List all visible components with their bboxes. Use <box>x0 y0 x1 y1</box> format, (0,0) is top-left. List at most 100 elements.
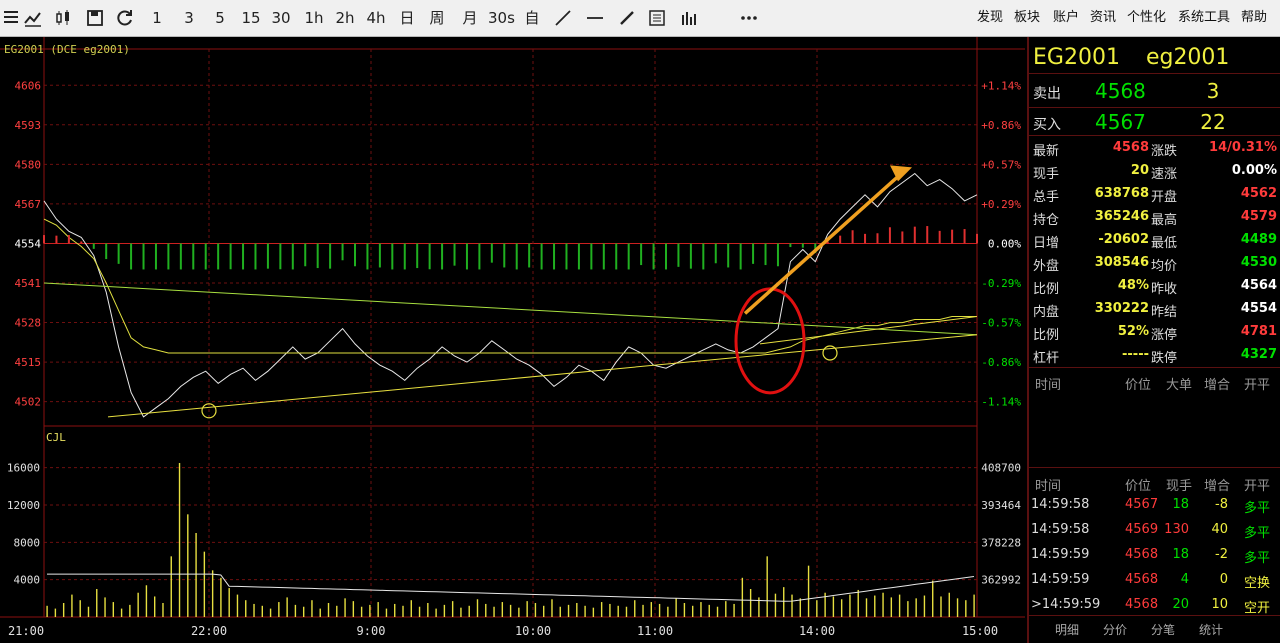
volume-bar <box>766 556 768 617</box>
volume-bar <box>890 597 893 617</box>
volume-bar <box>708 604 710 617</box>
panel-symbol: EG2001 <box>1033 45 1120 70</box>
quote-label: 速涨 <box>1151 167 1178 182</box>
volume-bar <box>294 604 297 617</box>
period-4h[interactable]: 4h <box>365 7 387 29</box>
change-bar <box>117 243 120 264</box>
quote-value: 4562 <box>1240 186 1277 201</box>
y-tick-label: 4528 <box>15 317 42 330</box>
tab-details[interactable]: 明细 <box>1055 621 1079 638</box>
period-2h[interactable]: 2h <box>334 7 356 29</box>
volume-bar <box>642 604 644 617</box>
chart-area[interactable]: 4606 +1.14% 4593 +0.86% 4580 +0.57% 4567 +0.29%… <box>0 37 1025 643</box>
tab-price-dist[interactable]: 分价 <box>1103 621 1127 638</box>
menu-news[interactable]: 资讯 <box>1090 8 1116 28</box>
tick-time: 14:59:58 <box>1031 497 1090 512</box>
period-1[interactable]: 1 <box>150 7 164 29</box>
volume-bar <box>807 565 810 617</box>
more-icon[interactable] <box>740 9 758 27</box>
volume-bar <box>302 606 305 617</box>
y-right-tick-label: 393464 <box>981 499 1021 512</box>
menu-sectors[interactable]: 板块 <box>1014 8 1040 28</box>
change-bar <box>130 243 133 270</box>
volume-chart[interactable]: 16000 408700 12000 393464 8000 378228 4000 3629… <box>0 427 1025 643</box>
period-15[interactable]: 15 <box>241 7 261 29</box>
period-3[interactable]: 3 <box>182 7 196 29</box>
volume-bar <box>360 606 363 617</box>
tick-oi-change: -8 <box>1215 497 1228 512</box>
period-30s[interactable]: 30s <box>488 7 515 29</box>
change-bar <box>242 243 245 270</box>
line-chart-icon[interactable] <box>24 9 42 27</box>
segment-icon[interactable] <box>618 9 636 27</box>
change-bar <box>80 241 83 244</box>
quote-value: 4568 <box>1112 140 1149 155</box>
period-day[interactable]: 日 <box>398 7 416 29</box>
volume-bar <box>319 608 321 617</box>
price-line <box>43 172 978 418</box>
tab-ticks[interactable]: 分笔 <box>1151 621 1175 638</box>
yellow-circle-marker <box>822 345 838 361</box>
tab-stats[interactable]: 统计 <box>1199 621 1223 638</box>
volume-bar <box>211 570 214 617</box>
volume-bar <box>576 603 578 617</box>
volume-bar <box>236 594 239 617</box>
volume-bar <box>865 598 868 617</box>
quote-label: 持仓 <box>1033 213 1060 228</box>
x-tick-label: 10:00 <box>515 624 551 638</box>
period-30[interactable]: 30 <box>271 7 291 29</box>
text-annotation-icon[interactable] <box>648 9 666 27</box>
volume-bar <box>816 600 818 617</box>
change-bar <box>540 243 543 270</box>
menu-help[interactable]: 帮助 <box>1241 8 1267 28</box>
volume-bar <box>418 606 421 617</box>
y-right-tick-label: 408700 <box>981 462 1021 475</box>
volume-bar <box>220 577 222 617</box>
volume-bar <box>71 594 73 617</box>
tick-time: 14:59:59 <box>1031 547 1090 562</box>
bid-row[interactable]: 买入 4567 22 <box>1029 108 1280 138</box>
panel-title: EG2001 eg2001 <box>1033 45 1255 70</box>
refresh-icon[interactable] <box>116 9 134 27</box>
period-1h[interactable]: 1h <box>304 7 324 29</box>
save-icon[interactable] <box>86 9 104 27</box>
change-bar <box>55 235 58 244</box>
y-tick-label: 8000 <box>14 536 41 549</box>
volume-bar <box>592 607 595 617</box>
volume-bars-icon[interactable] <box>680 9 698 27</box>
draw-line-icon[interactable] <box>554 9 572 27</box>
change-bar <box>553 243 556 270</box>
quote-label: 内盘 <box>1033 305 1060 320</box>
quote-label: 总手 <box>1033 190 1060 205</box>
quote-label: 昨结 <box>1151 305 1178 320</box>
period-custom[interactable]: 自 <box>523 7 541 29</box>
period-week[interactable]: 周 <box>428 7 446 29</box>
candlestick-icon[interactable] <box>54 9 72 27</box>
menu-account[interactable]: 账户 <box>1053 8 1079 28</box>
price-chart[interactable]: 4606 +1.14% 4593 +0.86% 4580 +0.57% 4567 +0.29%… <box>0 37 1025 427</box>
menu-system-tools[interactable]: 系统工具 <box>1178 8 1230 28</box>
menu-list-icon[interactable] <box>2 9 20 27</box>
y-tick-label: 4567 <box>15 198 42 211</box>
menu-discover[interactable]: 发现 <box>977 8 1003 28</box>
tick-row: 14:59:58 4567 18 -8 多平 <box>1029 492 1280 517</box>
volume-bar <box>559 606 561 617</box>
change-bar <box>167 243 170 270</box>
quote-label: 比例 <box>1033 328 1060 343</box>
col-big-order: 大单 <box>1166 378 1193 393</box>
change-bar <box>465 243 468 270</box>
menu-personalize[interactable]: 个性化 <box>1127 8 1166 28</box>
quote-value: 48% <box>1117 278 1149 293</box>
horizontal-line-icon[interactable] <box>586 9 604 27</box>
ask-row[interactable]: 卖出 4568 3 <box>1029 77 1280 107</box>
period-month[interactable]: 月 <box>461 7 479 29</box>
change-bar <box>627 243 630 270</box>
change-bar <box>478 243 481 270</box>
volume-bar <box>377 602 379 617</box>
volume-bar <box>543 605 545 617</box>
volume-bar <box>617 605 619 617</box>
period-5[interactable]: 5 <box>213 7 227 29</box>
change-bar <box>204 243 207 270</box>
tick-volume: 130 <box>1164 522 1189 537</box>
change-bar <box>864 233 867 244</box>
